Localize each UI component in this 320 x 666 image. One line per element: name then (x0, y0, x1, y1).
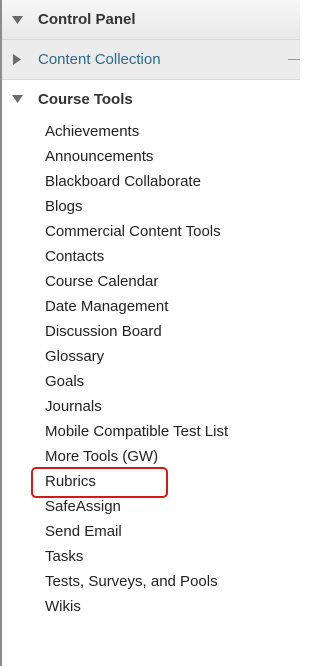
tool-item-announcements[interactable]: Announcements (45, 144, 228, 169)
tool-item-tasks[interactable]: Tasks (45, 544, 228, 569)
divider (288, 59, 300, 60)
course-tools-list: Achievements Announcements Blackboard Co… (45, 119, 228, 619)
tool-item-tests-surveys-pools[interactable]: Tests, Surveys, and Pools (45, 569, 228, 594)
control-panel-header[interactable]: Control Panel (2, 0, 300, 40)
content-collection-header[interactable]: Content Collection (2, 40, 300, 80)
tool-item-rubrics[interactable]: Rubrics (45, 469, 228, 494)
tool-item-safeassign[interactable]: SafeAssign (45, 494, 228, 519)
control-panel-title: Control Panel (38, 11, 136, 28)
tool-item-mobile-compatible-test-list[interactable]: Mobile Compatible Test List (45, 419, 228, 444)
tool-item-send-email[interactable]: Send Email (45, 519, 228, 544)
tool-item-contacts[interactable]: Contacts (45, 244, 228, 269)
course-tools-header[interactable]: Course Tools (2, 80, 300, 118)
tool-item-wikis[interactable]: Wikis (45, 594, 228, 619)
triangle-down-icon[interactable] (11, 93, 23, 105)
course-tools-title: Course Tools (38, 90, 133, 108)
tool-item-blogs[interactable]: Blogs (45, 194, 228, 219)
tool-item-journals[interactable]: Journals (45, 394, 228, 419)
tool-item-course-calendar[interactable]: Course Calendar (45, 269, 228, 294)
tool-item-date-management[interactable]: Date Management (45, 294, 228, 319)
triangle-right-icon[interactable] (11, 54, 23, 66)
triangle-down-icon[interactable] (11, 14, 23, 26)
tool-item-blackboard-collaborate[interactable]: Blackboard Collaborate (45, 169, 228, 194)
tool-item-glossary[interactable]: Glossary (45, 344, 228, 369)
tool-item-goals[interactable]: Goals (45, 369, 228, 394)
tool-item-commercial-content-tools[interactable]: Commercial Content Tools (45, 219, 228, 244)
tool-item-discussion-board[interactable]: Discussion Board (45, 319, 228, 344)
content-collection-link[interactable]: Content Collection (38, 51, 161, 68)
tool-item-achievements[interactable]: Achievements (45, 119, 228, 144)
control-panel-menu: Control Panel Content Collection Course … (0, 0, 300, 666)
tool-item-more-tools-gw[interactable]: More Tools (GW) (45, 444, 228, 469)
